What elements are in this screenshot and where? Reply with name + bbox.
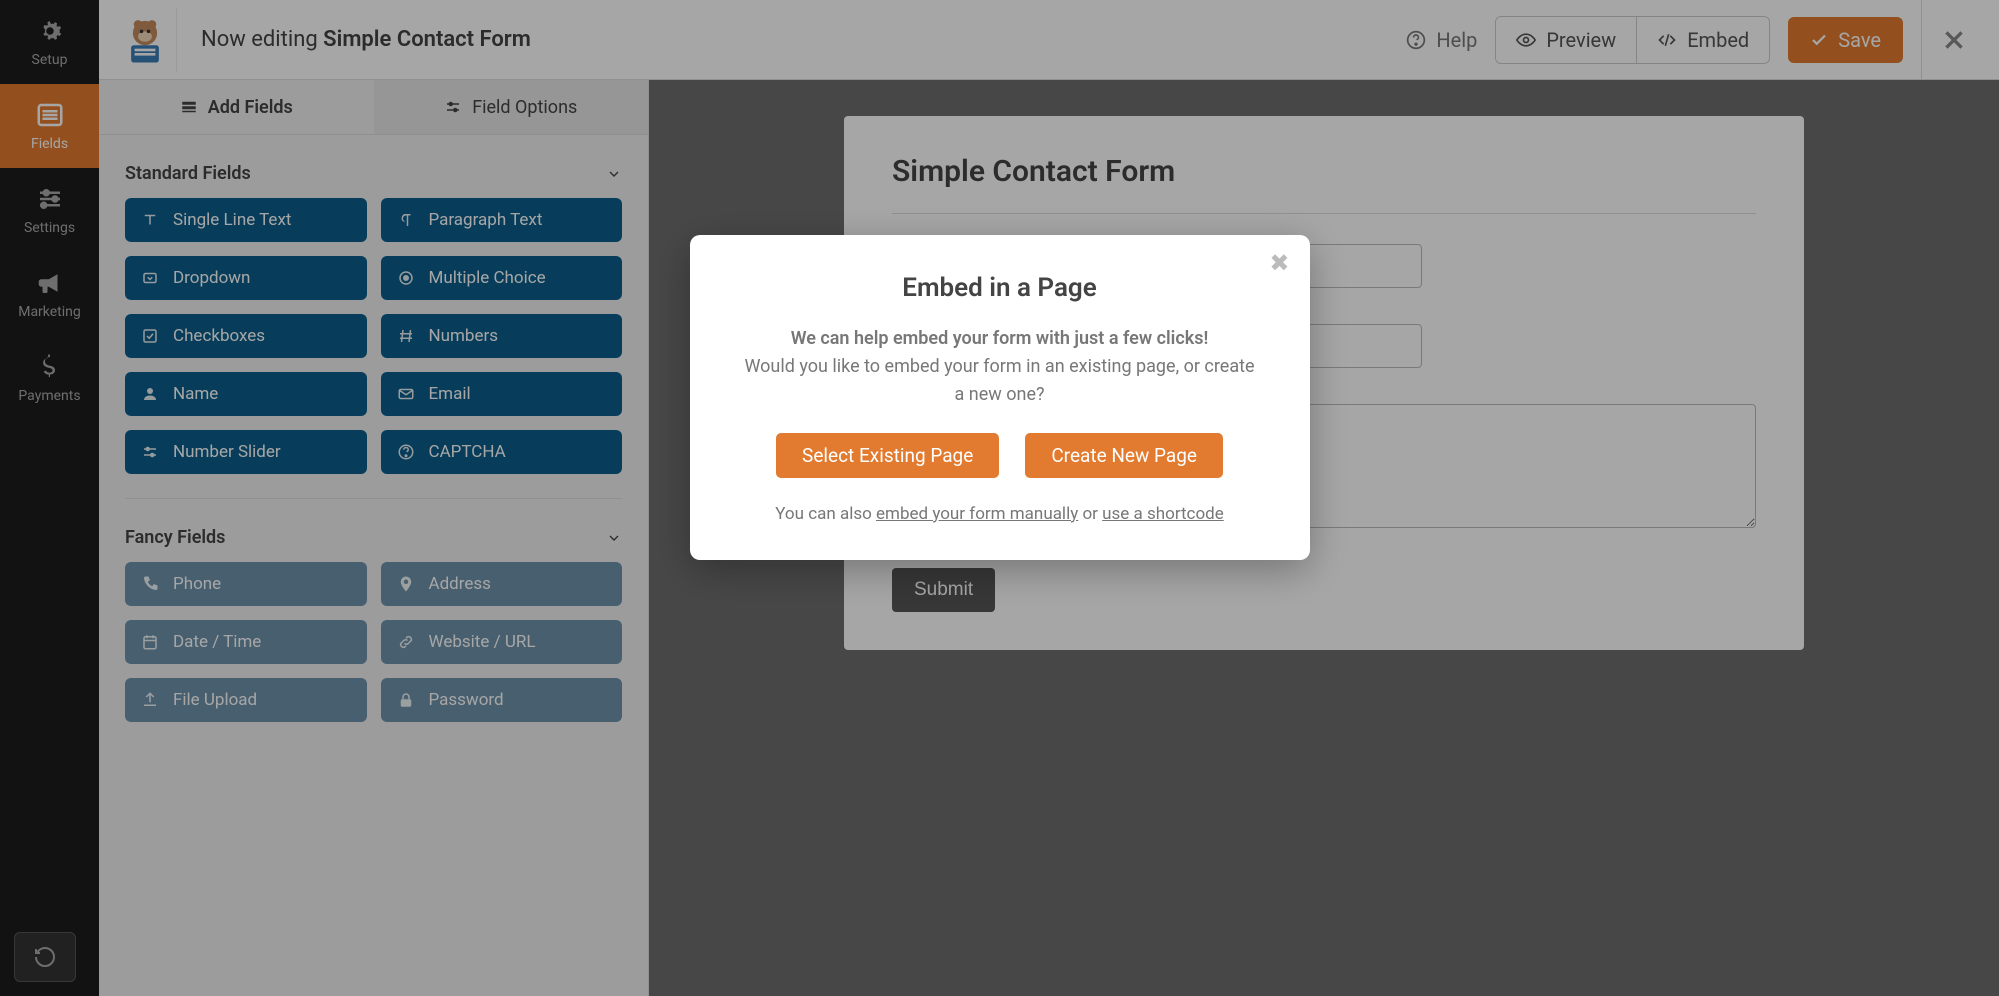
modal-text: We can help embed your form with just a … — [738, 325, 1262, 409]
modal-footer: You can also embed your form manually or… — [738, 504, 1262, 524]
embed-modal: ✖ Embed in a Page We can help embed your… — [690, 235, 1310, 560]
select-existing-page-button[interactable]: Select Existing Page — [776, 433, 999, 478]
modal-body: Would you like to embed your form in an … — [744, 356, 1254, 405]
modal-title: Embed in a Page — [738, 273, 1262, 303]
modal-close-button[interactable]: ✖ — [1269, 249, 1289, 277]
create-new-page-button[interactable]: Create New Page — [1025, 433, 1223, 478]
modal-overlay[interactable]: ✖ Embed in a Page We can help embed your… — [0, 0, 1999, 996]
modal-lead: We can help embed your form with just a … — [791, 328, 1209, 349]
embed-manually-link[interactable]: embed your form manually — [876, 504, 1078, 524]
use-shortcode-link[interactable]: use a shortcode — [1102, 504, 1224, 524]
